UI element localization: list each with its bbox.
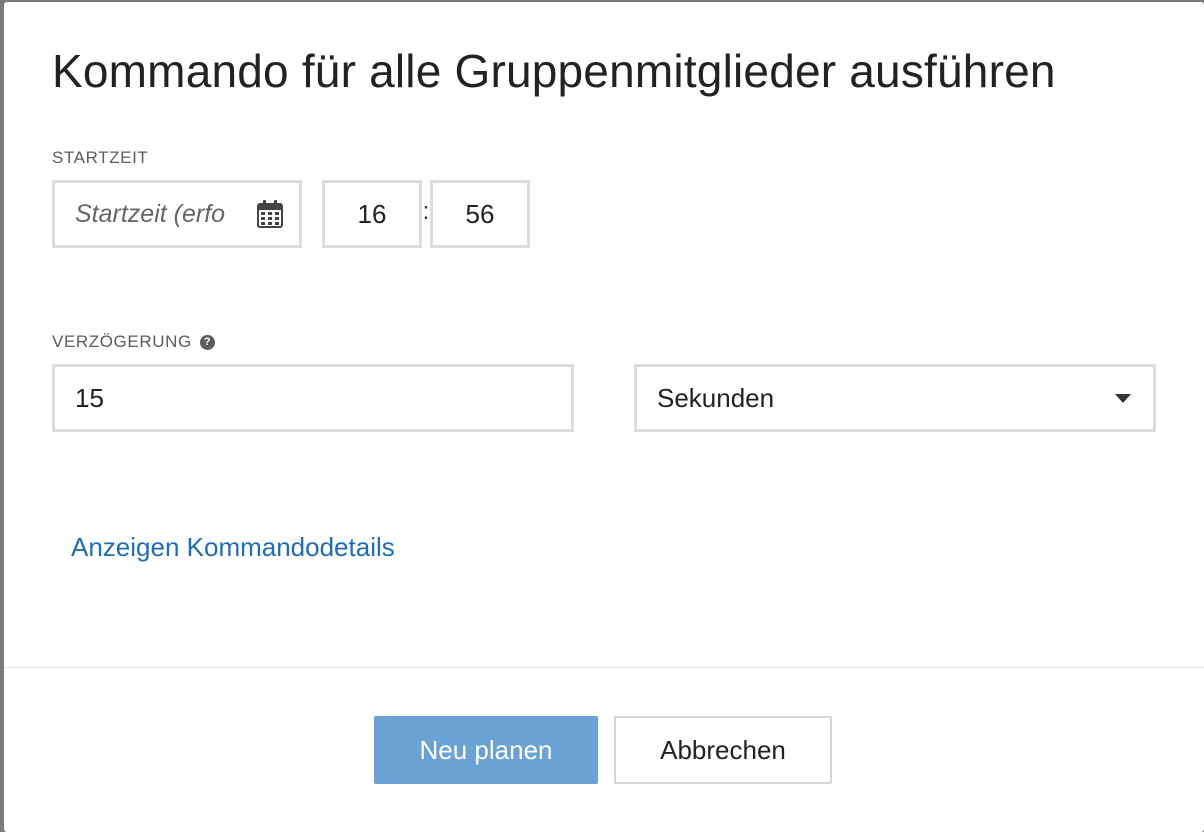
command-dialog: Kommando für alle Gruppenmitglieder ausf… xyxy=(4,2,1204,832)
start-time-label: STARTZEIT xyxy=(52,148,149,167)
start-minute-field[interactable] xyxy=(430,180,530,248)
dialog-title: Kommando für alle Gruppenmitglieder ausf… xyxy=(52,45,1056,97)
start-date-field[interactable] xyxy=(52,180,302,248)
start-hour-input[interactable] xyxy=(325,198,419,230)
delay-input[interactable] xyxy=(75,382,571,414)
question-circle-icon[interactable]: ? xyxy=(199,334,215,350)
footer-divider xyxy=(4,667,1204,668)
delay-field[interactable] xyxy=(52,364,574,432)
start-minute-input[interactable] xyxy=(433,198,527,230)
show-command-details-link[interactable]: Anzeigen Kommandodetails xyxy=(71,532,395,563)
reschedule-button[interactable]: Neu planen xyxy=(374,716,598,784)
calendar-icon[interactable] xyxy=(257,200,283,228)
delay-unit-select[interactable]: Sekunden xyxy=(634,364,1156,432)
delay-label: VERZÖGERUNG xyxy=(52,332,192,351)
start-date-input[interactable] xyxy=(75,199,251,229)
delay-unit-value: Sekunden xyxy=(657,382,775,413)
delay-label-row: VERZÖGERUNG ? xyxy=(52,332,215,352)
caret-down-icon xyxy=(1115,393,1131,403)
cancel-button[interactable]: Abbrechen xyxy=(614,716,832,784)
start-hour-field[interactable] xyxy=(322,180,422,248)
